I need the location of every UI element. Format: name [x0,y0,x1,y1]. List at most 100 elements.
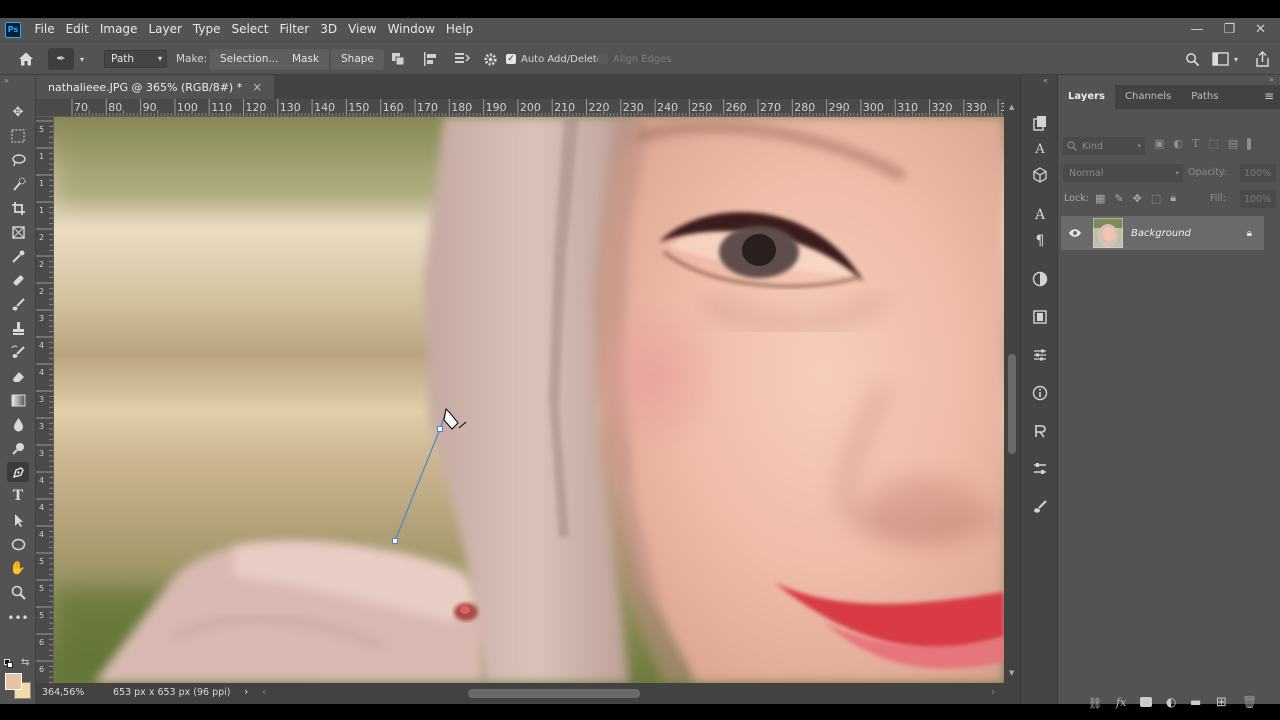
delete-layer-trash-icon[interactable]: 🗑︎ [1242,695,1257,709]
zoom-tool[interactable] [7,582,29,602]
ellipse-tool[interactable] [7,534,29,554]
pen-path-overlay[interactable] [54,117,1004,683]
dodge-tool[interactable] [7,438,29,458]
healing-brush-tool[interactable] [7,270,29,290]
workspace-button[interactable]: ▾ [1212,42,1238,76]
zoom-level[interactable]: 364,56% [42,687,84,698]
menu-image[interactable]: Image [94,18,143,41]
pen-tool[interactable] [7,462,29,482]
collapse-panel-icon[interactable]: » [1269,75,1274,84]
photoshop-logo-icon[interactable]: Ps [5,21,21,38]
menu-layer[interactable]: Layer [143,18,187,41]
blur-tool[interactable] [7,414,29,434]
layer-style-icon[interactable]: fx [1116,696,1126,709]
eraser-tool[interactable] [7,366,29,386]
anchor-point[interactable] [437,426,443,432]
tool-preset-picker[interactable]: ✒ ▾ [48,42,93,76]
swap-colors-icon[interactable]: ⇆ [21,657,29,668]
new-layer-icon[interactable]: ⊞ [1216,695,1227,710]
scroll-right-icon[interactable]: › [991,685,995,698]
vertical-scroll-thumb[interactable] [1008,354,1016,454]
layer-lock-icon[interactable]: 🔒︎ [1247,228,1252,239]
lasso-tool[interactable] [7,150,29,170]
lock-transparent-icon[interactable]: ▦ [1095,192,1105,205]
menu-edit[interactable]: Edit [60,18,94,41]
crop-tool[interactable] [7,198,29,218]
menu-window[interactable]: Window [382,18,440,41]
document-tab[interactable]: nathalieee.JPG @ 365% (RGB/8#) * × [36,75,275,99]
eye-visibility-icon[interactable] [1068,228,1082,238]
brush-tool[interactable] [7,294,29,314]
lock-image-icon[interactable]: ✎ [1114,192,1123,205]
scroll-down-icon[interactable]: ▼ [1009,669,1014,677]
layer-filter-kind[interactable]: Kind ▾ [1063,137,1145,155]
tool-mode-dropdown[interactable]: Path ▾ [104,50,167,68]
shape-filter-icon[interactable]: ⬚ [1208,137,1218,150]
vertical-scrollbar[interactable]: ▲ ▼ [1004,99,1020,683]
adjustments-panel-button[interactable] [1030,345,1050,365]
menu-type[interactable]: Type [187,18,226,41]
horizontal-ruler[interactable]: 70 80 90 100 110 120 130 140 150 160 170 180 190 200 2… [36,99,1004,117]
add-mask-icon[interactable] [1140,697,1152,707]
brushes-panel-button[interactable] [1030,497,1050,517]
eyedropper-tool[interactable] [7,246,29,266]
lock-all-icon[interactable]: 🔒︎ [1170,191,1176,205]
menu-3d[interactable]: 3D [315,18,343,41]
auto-add-delete-checkbox[interactable]: ✓ Auto Add/Delete [506,42,603,76]
properties-panel-button[interactable] [1030,383,1050,403]
collapse-toolbox-icon[interactable]: » [4,76,9,85]
type-tool[interactable]: T [7,486,29,506]
edit-toolbar-button[interactable]: ••• [7,608,29,628]
new-group-folder-icon[interactable]: ▬ [1190,695,1201,709]
path-arrangement-button[interactable] [452,42,470,76]
lock-artboard-icon[interactable]: ⬚ [1151,192,1161,205]
smart-object-filter-icon[interactable]: ▤ [1228,137,1238,150]
horizontal-scroll-thumb[interactable] [468,689,640,698]
close-button[interactable]: ✕ [1255,22,1266,37]
tab-channels[interactable]: Channels [1115,85,1181,109]
path-alignment-button[interactable] [422,42,438,76]
collapse-panels-icon[interactable]: « [1043,76,1048,85]
layer-name[interactable]: Background [1131,228,1191,239]
default-colors-icon[interactable] [4,659,14,669]
3d-panel-button[interactable] [1030,165,1050,185]
share-button[interactable] [1255,42,1270,76]
path-operations-button[interactable] [390,42,406,76]
hand-tool[interactable]: ✋ [7,558,29,578]
gradient-tool[interactable] [7,390,29,410]
make-selection-button[interactable]: Selection... [210,48,289,70]
move-tool[interactable]: ✥ [7,102,29,122]
make-shape-button[interactable]: Shape [331,48,384,70]
home-button[interactable] [18,42,34,76]
path-selection-tool[interactable] [7,510,29,530]
brush-settings-button[interactable] [1030,459,1050,479]
type-filter-icon[interactable]: T [1192,137,1199,150]
status-menu-arrow-icon[interactable]: › [244,685,248,698]
fill-field[interactable]: 100% [1240,190,1276,208]
character-styles-button[interactable]: A [1030,139,1050,159]
adjustment-layer-icon[interactable]: ◐ [1166,695,1176,709]
adjustment-filter-icon[interactable]: ◐ [1173,137,1183,150]
frame-tool[interactable] [7,222,29,242]
path-segment[interactable] [394,428,441,542]
document-canvas[interactable] [54,117,1004,683]
menu-select[interactable]: Select [226,18,274,41]
clone-stamp-tool[interactable] [7,318,29,338]
actions-panel-button[interactable] [1030,421,1050,441]
tab-paths[interactable]: Paths [1181,85,1228,109]
menu-help[interactable]: Help [440,18,478,41]
minimize-button[interactable]: — [1190,22,1203,37]
filter-toggle-icon[interactable] [1247,137,1252,150]
align-edges-checkbox[interactable]: Align Edges [598,42,672,76]
menu-file[interactable]: File [29,18,60,41]
lock-position-icon[interactable]: ✥ [1133,192,1142,205]
history-panel-button[interactable] [1030,113,1050,133]
quick-selection-tool[interactable] [7,174,29,194]
libraries-panel-button[interactable] [1030,307,1050,327]
scroll-left-icon[interactable]: ‹ [262,685,266,698]
paragraph-panel-button[interactable]: ¶ [1030,231,1050,251]
panel-menu-icon[interactable]: ≡ [1264,89,1274,103]
close-tab-icon[interactable]: × [252,80,262,94]
opacity-field[interactable]: 100% [1240,164,1276,182]
tab-layers[interactable]: Layers [1058,85,1115,109]
